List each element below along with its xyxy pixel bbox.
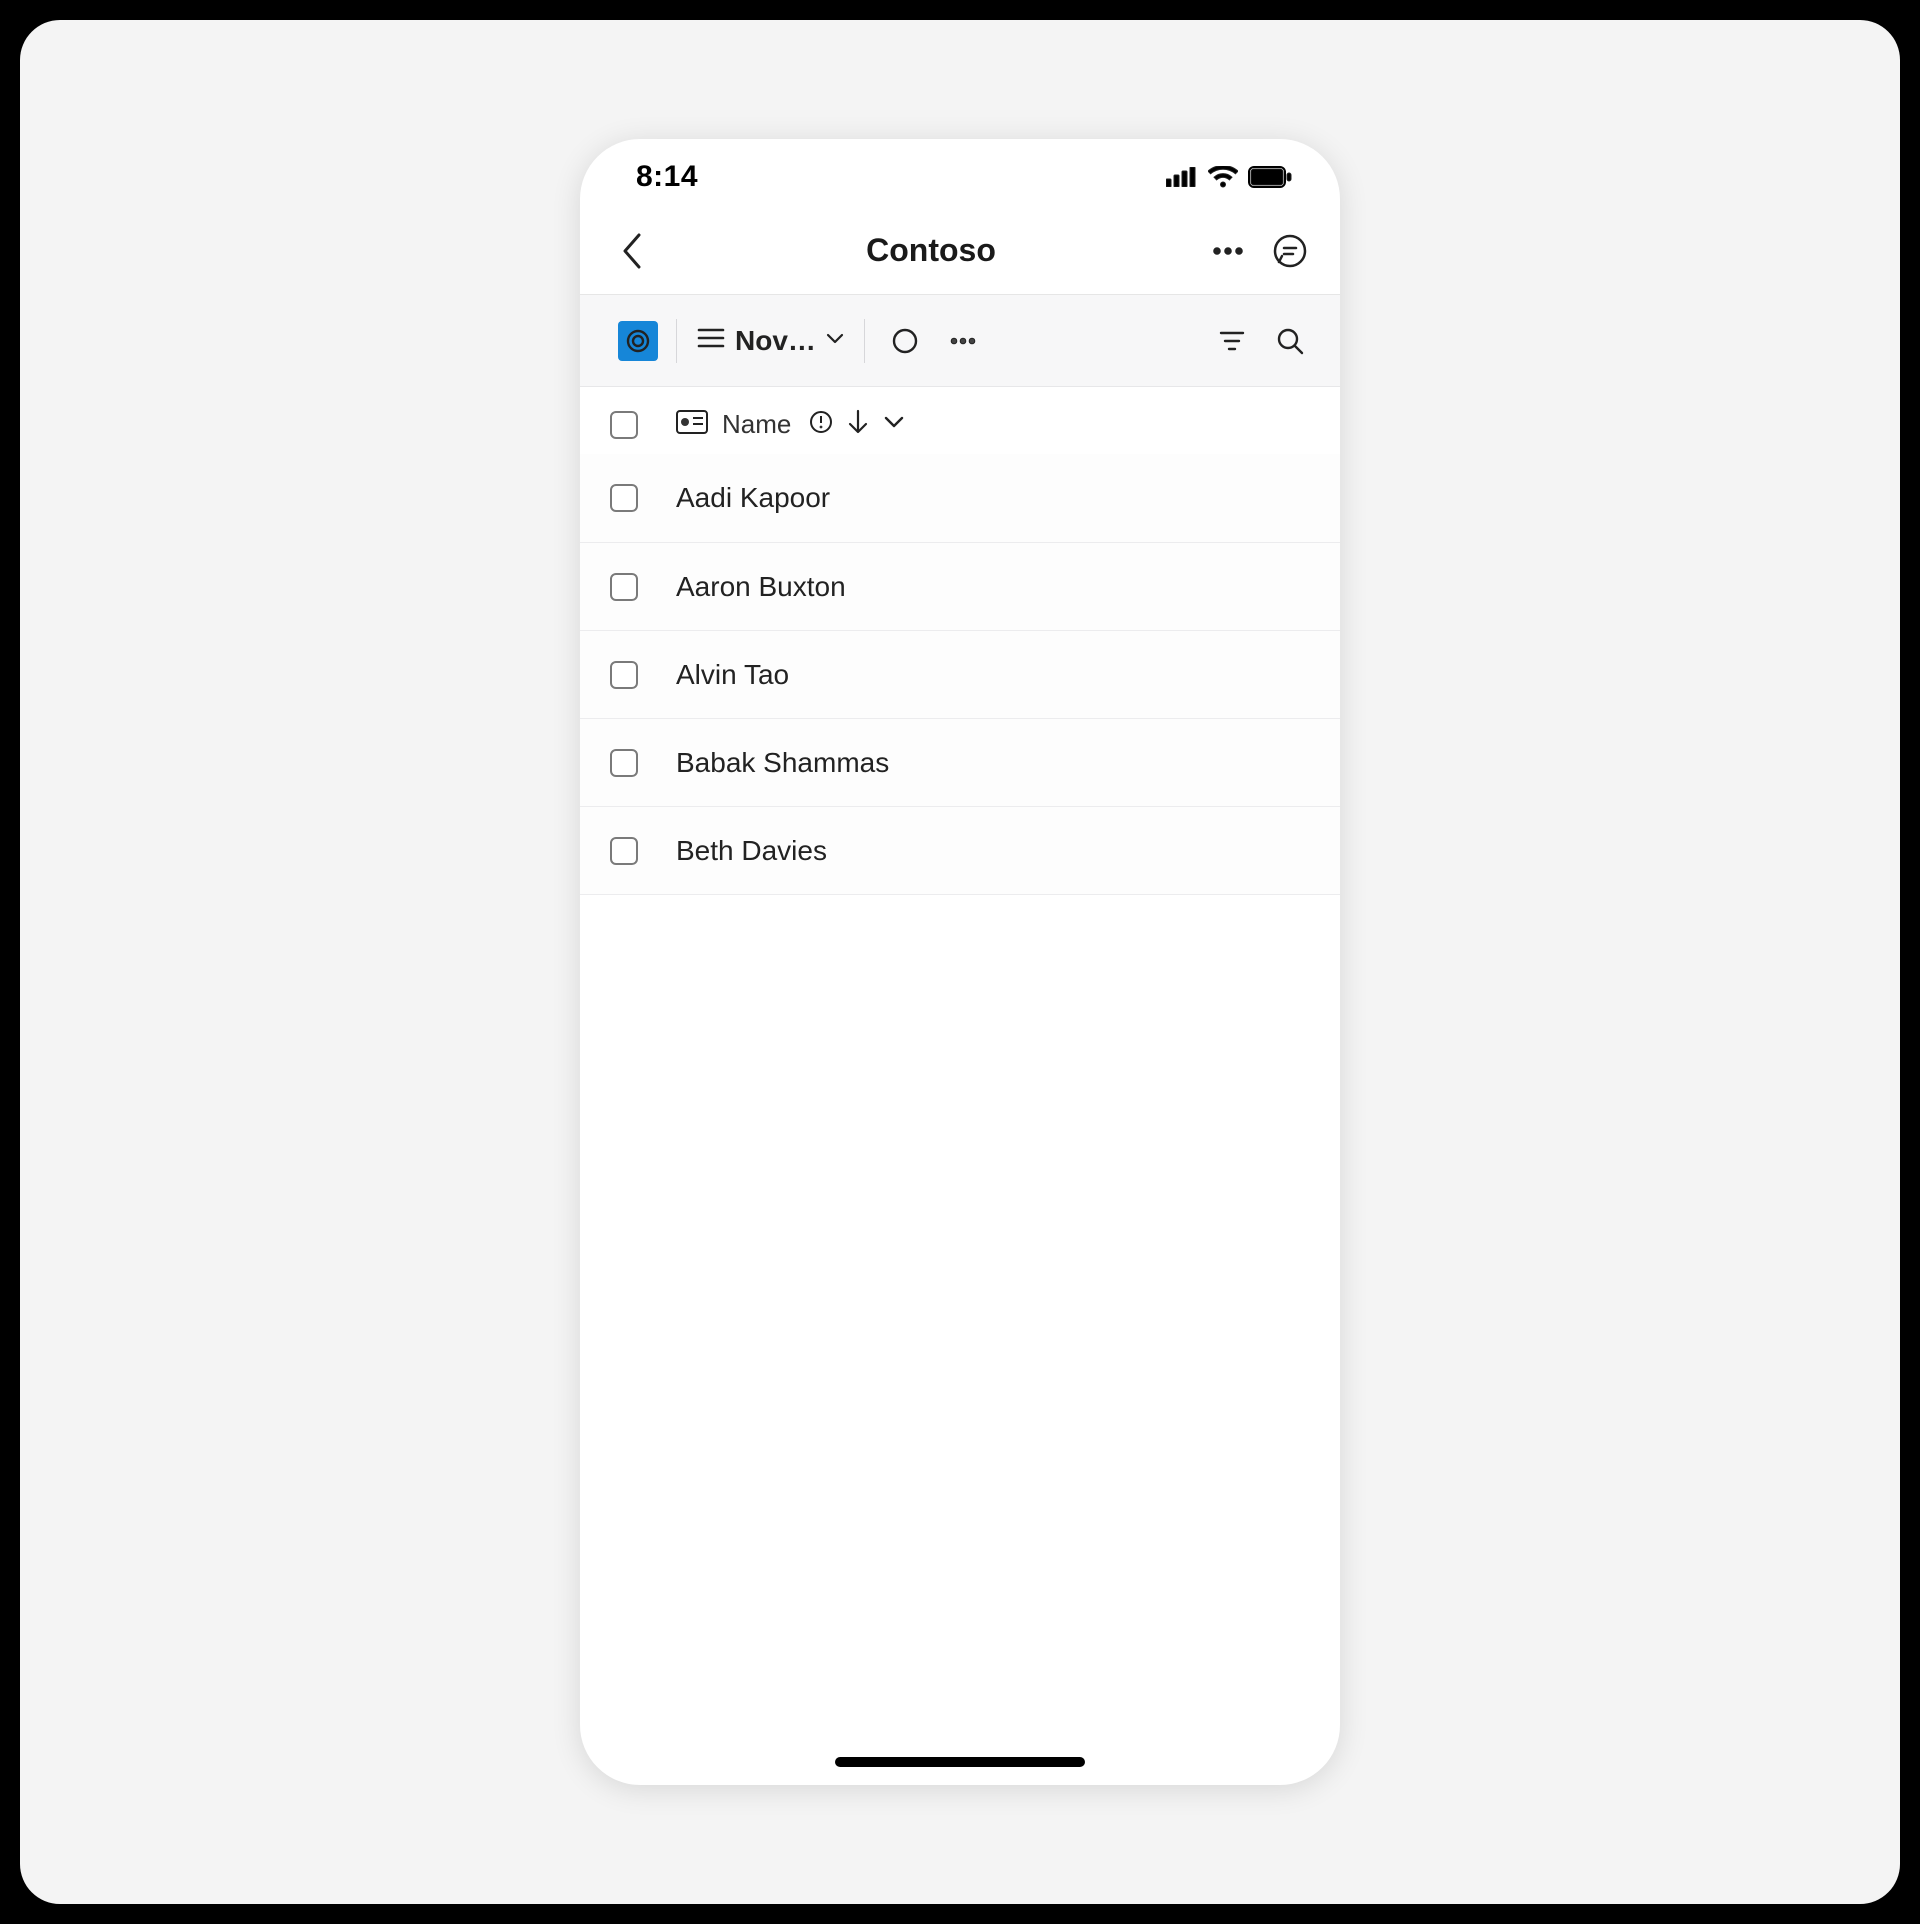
column-menu-chevron-icon[interactable] xyxy=(883,415,905,434)
info-icon[interactable] xyxy=(809,410,833,439)
home-indicator[interactable] xyxy=(835,1757,1085,1767)
table-row[interactable]: Aaron Buxton xyxy=(580,542,1340,630)
row-checkbox[interactable] xyxy=(610,573,638,601)
nav-bar: Contoso xyxy=(580,207,1340,295)
table-row[interactable]: Alvin Tao xyxy=(580,630,1340,718)
status-indicators xyxy=(1166,166,1292,188)
row-name-cell: Aaron Buxton xyxy=(676,571,846,603)
column-name-label[interactable]: Name xyxy=(722,409,791,440)
new-item-button[interactable] xyxy=(883,319,927,363)
chat-button[interactable] xyxy=(1268,229,1312,273)
view-picker-label: Nov… xyxy=(735,325,816,357)
column-header-row: Name xyxy=(580,387,1340,454)
row-name-cell: Aadi Kapoor xyxy=(676,482,830,514)
cellular-icon xyxy=(1166,167,1198,187)
hamburger-icon xyxy=(697,327,725,354)
row-checkbox[interactable] xyxy=(610,484,638,512)
table-row[interactable]: Aadi Kapoor xyxy=(580,454,1340,542)
status-time: 8:14 xyxy=(636,160,698,194)
row-checkbox[interactable] xyxy=(610,661,638,689)
filter-button[interactable] xyxy=(1210,319,1254,363)
device-frame: 8:14 xyxy=(580,139,1340,1785)
search-button[interactable] xyxy=(1268,319,1312,363)
table-row[interactable]: Beth Davies xyxy=(580,806,1340,894)
row-name-cell: Beth Davies xyxy=(676,835,827,867)
chevron-down-icon xyxy=(826,332,844,350)
wifi-icon xyxy=(1208,166,1238,188)
status-bar: 8:14 xyxy=(580,139,1340,207)
overflow-button[interactable] xyxy=(941,319,985,363)
row-name-cell: Babak Shammas xyxy=(676,747,889,779)
toolbar-divider xyxy=(676,319,677,363)
toolbar-divider xyxy=(864,319,865,363)
select-all-checkbox[interactable] xyxy=(610,411,638,439)
table-row[interactable]: Babak Shammas xyxy=(580,718,1340,806)
sort-arrow-down-icon[interactable] xyxy=(847,409,869,440)
app-tile-icon[interactable] xyxy=(618,321,658,361)
more-button[interactable] xyxy=(1206,229,1250,273)
row-name-cell: Alvin Tao xyxy=(676,659,789,691)
back-button[interactable] xyxy=(608,227,656,275)
card-icon xyxy=(676,410,708,439)
row-checkbox[interactable] xyxy=(610,837,638,865)
page-title: Contoso xyxy=(666,232,1196,269)
canvas-stage: 8:14 xyxy=(20,20,1900,1904)
battery-icon xyxy=(1248,166,1292,188)
list-toolbar: Nov… xyxy=(580,295,1340,387)
list-body: Aadi Kapoor Aaron Buxton Alvin Tao Babak… xyxy=(580,454,1340,895)
row-checkbox[interactable] xyxy=(610,749,638,777)
view-picker[interactable]: Nov… xyxy=(695,321,846,361)
